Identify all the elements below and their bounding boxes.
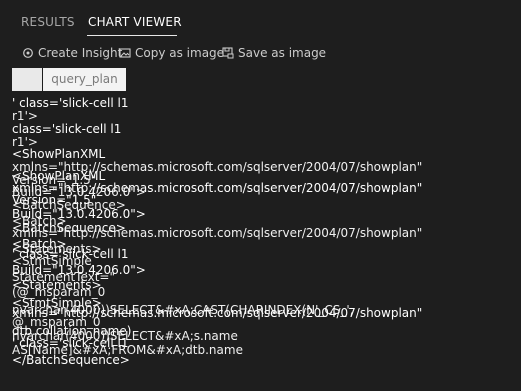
save-as-image-button[interactable]: Save as image [222, 45, 326, 61]
create-insight-label: Create Insight [38, 46, 123, 60]
cell-text-line: <StmtSimple [12, 254, 92, 268]
cell-text-line: r1'> [12, 109, 38, 123]
cell-text-line: nvarchar(4000))SELECT&#xA;s.name [12, 329, 238, 343]
save-image-icon [222, 47, 234, 59]
cell-text-line: xmlns="http://schemas.microsoft.com/sqls… [12, 226, 423, 240]
cell-text-line: Build="13.0.4206.0"> [12, 263, 146, 277]
save-as-image-label: Save as image [238, 46, 327, 60]
cell-text-line: <BatchSequence> [12, 198, 126, 212]
grid-header-row: query_plan [12, 68, 126, 91]
insight-icon [23, 48, 33, 58]
cell-text-line: Version="1.5" [12, 193, 97, 207]
cell-text-line: xmlns="http://schemas.microsoft.com/sqls… [12, 160, 423, 174]
cell-text-line: ' class='slick-cell l1 [12, 96, 129, 110]
cell-text-line: <Batch> [12, 237, 67, 251]
cell-text-line: Build="13.0.4206.0"> [12, 185, 146, 199]
copy-as-image-label: Copy as image [135, 46, 225, 60]
results-grid[interactable]: query_plan ' class='slick-cell l1 r1'> cl… [12, 68, 521, 391]
active-tab-indicator [87, 35, 177, 36]
tab-chart-viewer[interactable]: CHART VIEWER [88, 15, 182, 29]
column-header-query-plan[interactable]: query_plan [43, 68, 126, 91]
cell-text-line: Build="13.0.4206.0"> [12, 207, 146, 221]
cell-text-line: @_msparam_0 [12, 315, 101, 329]
cell-text-line: nvarchar(4000))SELECT&#xA;CAST(CHARINDEX… [12, 303, 354, 317]
cell-text-line: dtb.collation_name) [12, 324, 132, 338]
copy-as-image-button[interactable]: Copy as image [119, 45, 224, 61]
cell-text-line: xmlns="http://schemas.microsoft.com/sqls… [12, 181, 423, 195]
cell-text-line: <ShowPlanXML [12, 169, 106, 183]
cell-text-line: <Statements> [12, 242, 102, 256]
cell-text-line: <Batch> [12, 214, 67, 228]
cell-text-line: r1'> [12, 135, 38, 149]
create-insight-button[interactable]: Create Insight [22, 45, 122, 61]
cell-text-line: StatementText=" [12, 270, 115, 284]
image-icon [119, 48, 131, 58]
cell-text-line: Version="1.5" [12, 173, 97, 187]
cell-text-line: (@_msparam_0 [12, 285, 106, 299]
cell-text-line: </BatchSequence> [12, 353, 130, 367]
cell-text-line: ' class='slick-cell l1 [12, 336, 129, 350]
cell-text-line: <BatchSequence> [12, 221, 126, 235]
cell-text-line: AS[Name]&#xA;FROM&#xA;dtb.name [12, 343, 243, 357]
cell-text-line: xmlns="http://schemas.microsoft.com/sqls… [12, 306, 423, 320]
cell-text-line: <Statements> [12, 278, 102, 292]
cell-text-line: <StmtSimple> [12, 296, 102, 310]
cell-text-line: class='slick-cell l1 [12, 122, 122, 136]
cell-text-line: ' class='slick-cell l1 [12, 247, 129, 261]
chart-toolbar: Create Insight Copy as image Save as ima… [0, 40, 521, 64]
row-number-header[interactable] [12, 68, 42, 91]
results-tabs: RESULTS CHART VIEWER [0, 0, 521, 38]
cell-text-line: <ShowPlanXML [12, 147, 106, 161]
tab-results[interactable]: RESULTS [21, 15, 75, 29]
chart-viewer-panel: RESULTS CHART VIEWER Create Insight Copy… [0, 0, 521, 391]
